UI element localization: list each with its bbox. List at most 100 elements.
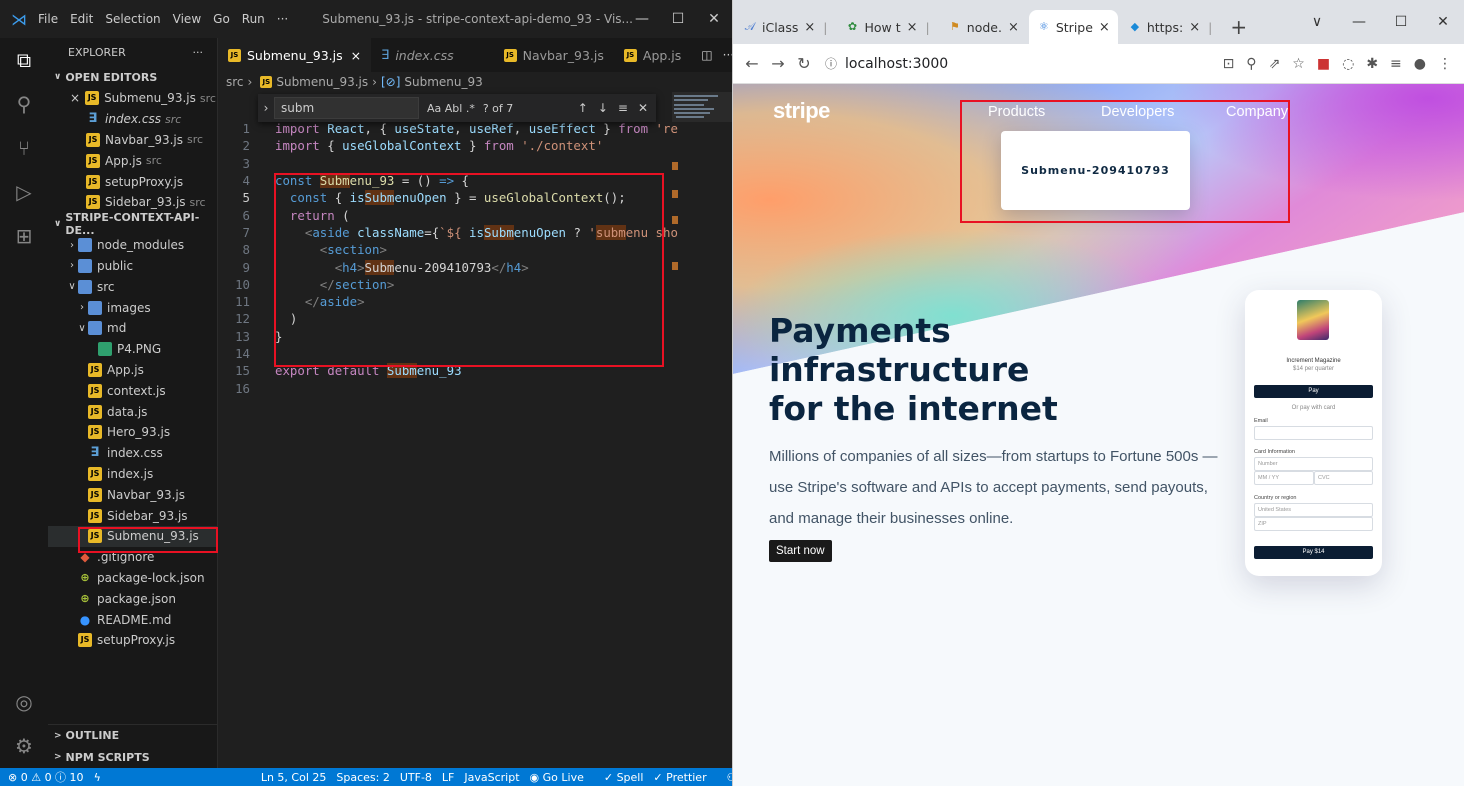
browser-tab[interactable]: ◆ https: × |	[1120, 10, 1221, 44]
browser-tab[interactable]: 𝒜iClass × |	[735, 10, 835, 44]
reading-list-icon[interactable]: ≡	[1390, 56, 1402, 72]
menu-item[interactable]: Selection	[105, 12, 160, 26]
close-tab-icon[interactable]: ×	[804, 20, 815, 35]
folder-item[interactable]: › images	[48, 297, 217, 318]
prettier-status[interactable]: ✓ Prettier	[653, 771, 716, 784]
extensions-puzzle-icon[interactable]: ✱	[1366, 56, 1378, 72]
profile-avatar-icon[interactable]: ●	[1414, 56, 1426, 72]
npm-scripts-section[interactable]: > NPM SCRIPTS	[48, 746, 218, 768]
open-editor-item[interactable]: JS Navbar_93.js src	[48, 130, 217, 151]
stripe-logo[interactable]: stripe	[773, 98, 830, 124]
minimize-icon[interactable]: —	[624, 0, 660, 38]
close-icon[interactable]: ✕	[1422, 0, 1464, 44]
spell-status[interactable]: ✓ Spell	[604, 771, 644, 784]
editor-tab[interactable]: JS Submenu_93.js ×	[218, 38, 372, 72]
editor-tab[interactable]: JS App.js	[614, 38, 691, 72]
breadcrumb-folder[interactable]: src	[226, 75, 244, 89]
open-editors-section[interactable]: ∨ OPEN EDITORS	[48, 66, 217, 88]
close-tab-icon[interactable]: ×	[1099, 20, 1110, 35]
translate-icon[interactable]: ⊡	[1223, 56, 1235, 72]
maximize-icon[interactable]: ☐	[1380, 0, 1422, 44]
file-item[interactable]: JS Sidebar_93.js	[48, 505, 217, 526]
problems-status[interactable]: ⊗ 0 ⚠ 0 ⓘ 10	[0, 769, 84, 785]
close-tab-icon[interactable]: ×	[907, 20, 918, 35]
file-item[interactable]: P4.PNG	[48, 339, 217, 360]
run-debug-icon[interactable]: ▷	[0, 170, 48, 214]
chrome-menu-icon[interactable]: ⋮	[1438, 56, 1452, 72]
file-item[interactable]: ∃ index.css	[48, 443, 217, 464]
open-editor-item[interactable]: JS setupProxy.js	[48, 171, 217, 192]
site-info-icon[interactable]: ⓘ	[825, 55, 837, 72]
folder-item[interactable]: › public	[48, 256, 217, 277]
explorer-icon[interactable]: ⧉	[0, 38, 48, 82]
explorer-more-button[interactable]: ···	[193, 46, 204, 59]
file-item[interactable]: JS Hero_93.js	[48, 422, 217, 443]
extension-icon[interactable]: ■	[1317, 56, 1330, 72]
find-input[interactable]: subm	[274, 97, 419, 119]
menu-item[interactable]: ···	[277, 12, 288, 26]
file-item[interactable]: JS context.js	[48, 380, 217, 401]
folder-item[interactable]: › node_modules	[48, 235, 217, 256]
close-editor-icon[interactable]: ×	[70, 91, 80, 105]
open-editor-item[interactable]: JS Sidebar_93.js src	[48, 192, 217, 213]
tab-search-icon[interactable]: ∨	[1296, 0, 1338, 44]
close-icon[interactable]: ✕	[696, 0, 732, 38]
open-editor-item[interactable]: JS App.js src	[48, 150, 217, 171]
open-editor-item[interactable]: ∃ index.css src	[48, 109, 217, 130]
close-tab-icon[interactable]: ×	[351, 48, 361, 63]
previous-match-icon[interactable]: ↑	[578, 101, 588, 115]
menu-item[interactable]: File	[38, 12, 58, 26]
file-item[interactable]: ⊕ package.json	[48, 588, 217, 609]
open-editor-item[interactable]: × JS Submenu_93.js src	[48, 88, 217, 109]
project-section[interactable]: ∨ STRIPE-CONTEXT-API-DE...	[48, 211, 217, 237]
search-icon[interactable]: ⚲	[0, 82, 48, 126]
file-item[interactable]: JS setupProxy.js	[48, 630, 217, 651]
breadcrumb-symbol[interactable]: Submenu_93	[404, 75, 482, 89]
close-find-icon[interactable]: ✕	[638, 101, 648, 115]
settings-gear-icon[interactable]: ⚙	[0, 724, 48, 768]
extensions-icon[interactable]: ⊞	[0, 214, 48, 258]
forward-icon[interactable]: →	[765, 54, 791, 73]
file-item[interactable]: ⊕ package-lock.json	[48, 568, 217, 589]
browser-tab[interactable]: ✿ How t × |	[837, 10, 937, 44]
menu-item[interactable]: View	[173, 12, 201, 26]
source-control-icon[interactable]: ⑂	[0, 126, 48, 170]
maximize-icon[interactable]: ☐	[660, 0, 696, 38]
browser-tab[interactable]: ⚑ node. ×	[940, 10, 1027, 44]
file-item[interactable]: JS data.js	[48, 401, 217, 422]
toggle-replace-icon[interactable]: ›	[258, 101, 274, 115]
bookmark-star-icon[interactable]: ☆	[1292, 56, 1305, 72]
url-text[interactable]: localhost:3000	[845, 56, 948, 72]
account-icon[interactable]: ◎	[0, 680, 48, 724]
split-editor-icon[interactable]: ◫	[701, 48, 712, 62]
find-options[interactable]: Aa Abl .*	[427, 102, 475, 115]
folder-item[interactable]: ∨ src	[48, 276, 217, 297]
minimap[interactable]	[672, 92, 732, 332]
share-icon[interactable]: ⇗	[1269, 56, 1281, 72]
close-tab-icon[interactable]: ×	[1189, 20, 1200, 35]
file-item[interactable]: JS index.js	[48, 464, 217, 485]
url-bar[interactable]: ⓘ localhost:3000	[825, 55, 948, 72]
new-tab-button[interactable]: +	[1220, 10, 1257, 44]
find-in-selection-icon[interactable]: ≡	[618, 101, 628, 115]
encoding-status[interactable]: UTF-8	[400, 771, 432, 784]
menu-item[interactable]: Go	[213, 12, 230, 26]
language-status[interactable]: JavaScript	[464, 771, 519, 784]
browser-tab[interactable]: ⚛ Stripe ×	[1028, 10, 1118, 44]
zoom-icon[interactable]: ⚲	[1246, 56, 1256, 72]
sync-icon[interactable]: ϟ	[94, 771, 101, 784]
go-live-button[interactable]: ◉ Go Live	[530, 771, 594, 784]
back-icon[interactable]: ←	[739, 54, 765, 73]
editor-tab[interactable]: JS Navbar_93.js	[494, 38, 614, 72]
next-match-icon[interactable]: ↓	[598, 101, 608, 115]
file-item[interactable]: JS Navbar_93.js	[48, 484, 217, 505]
start-now-button[interactable]: Start now	[769, 540, 832, 562]
close-tab-icon[interactable]: ×	[1008, 20, 1019, 35]
minimize-icon[interactable]: —	[1338, 0, 1380, 44]
folder-item[interactable]: ∨ md	[48, 318, 217, 339]
breadcrumb-file[interactable]: Submenu_93.js	[276, 75, 368, 89]
editor-tab[interactable]: ∃ index.css	[371, 38, 494, 72]
menu-item[interactable]: Run	[242, 12, 265, 26]
file-item[interactable]: JS App.js	[48, 360, 217, 381]
reload-icon[interactable]: ↻	[791, 54, 817, 73]
